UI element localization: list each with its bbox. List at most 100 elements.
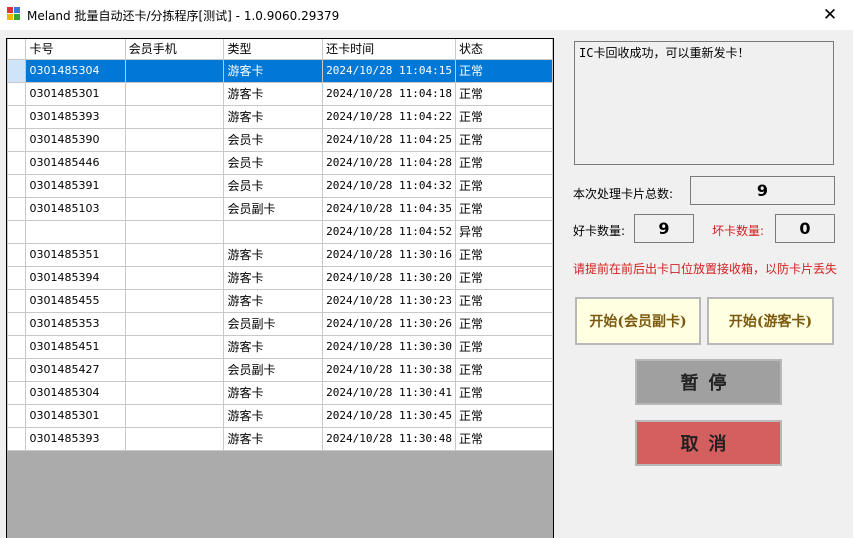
cell-phone[interactable] <box>124 357 225 382</box>
cell-type[interactable]: 游客卡 <box>223 288 324 313</box>
cell-phone[interactable] <box>124 81 225 106</box>
cell-return-time[interactable]: 2024/10/28 11:30:26 <box>322 311 456 336</box>
cell-card-no[interactable]: 0301485455 <box>25 288 126 313</box>
cell-status[interactable]: 正常 <box>454 196 553 221</box>
cell-status[interactable]: 异常 <box>454 219 553 244</box>
row-header[interactable] <box>7 173 27 198</box>
cell-return-time[interactable]: 2024/10/28 11:30:23 <box>322 288 456 313</box>
cell-type[interactable] <box>223 219 324 244</box>
cell-phone[interactable] <box>124 426 225 451</box>
cell-phone[interactable] <box>124 58 225 83</box>
cell-type[interactable]: 游客卡 <box>223 265 324 290</box>
table-row[interactable]: 0301485301 游客卡 2024/10/28 11:04:18 正常 <box>7 81 553 106</box>
cell-phone[interactable] <box>124 380 225 405</box>
cell-card-no[interactable]: 0301485353 <box>25 311 126 336</box>
cell-status[interactable]: 正常 <box>454 403 553 428</box>
cell-card-no[interactable]: 0301485391 <box>25 173 126 198</box>
row-header[interactable] <box>7 403 27 428</box>
row-header[interactable] <box>7 104 27 129</box>
cell-type[interactable]: 会员副卡 <box>223 311 324 336</box>
row-header[interactable] <box>7 311 27 336</box>
row-header[interactable] <box>7 242 27 267</box>
cell-return-time[interactable]: 2024/10/28 11:04:25 <box>322 127 456 152</box>
cell-phone[interactable] <box>124 196 225 221</box>
cell-type[interactable]: 游客卡 <box>223 403 324 428</box>
cell-status[interactable]: 正常 <box>454 127 553 152</box>
cell-type[interactable]: 会员卡 <box>223 173 324 198</box>
table-row[interactable]: 0301485394 游客卡 2024/10/28 11:30:20 正常 <box>7 265 553 290</box>
cell-phone[interactable] <box>124 150 225 175</box>
row-header[interactable] <box>7 219 27 244</box>
cell-return-time[interactable]: 2024/10/28 11:30:45 <box>322 403 456 428</box>
row-header[interactable] <box>7 334 27 359</box>
cell-card-no[interactable]: 0301485390 <box>25 127 126 152</box>
cell-phone[interactable] <box>124 104 225 129</box>
cell-status[interactable]: 正常 <box>454 357 553 382</box>
table-row[interactable]: 0301485301 游客卡 2024/10/28 11:30:45 正常 <box>7 403 553 428</box>
row-header[interactable] <box>7 426 27 451</box>
cell-return-time[interactable]: 2024/10/28 11:04:35 <box>322 196 456 221</box>
cell-card-no[interactable]: 0301485103 <box>25 196 126 221</box>
cell-card-no[interactable]: 0301485301 <box>25 403 126 428</box>
cell-card-no[interactable]: 0301485304 <box>25 380 126 405</box>
cell-status[interactable]: 正常 <box>454 81 553 106</box>
cell-type[interactable]: 游客卡 <box>223 380 324 405</box>
table-row[interactable]: 0301485455 游客卡 2024/10/28 11:30:23 正常 <box>7 288 553 313</box>
cell-phone[interactable] <box>124 265 225 290</box>
table-row[interactable]: 2024/10/28 11:04:52 异常 <box>7 219 553 244</box>
cell-phone[interactable] <box>124 173 225 198</box>
cell-status[interactable]: 正常 <box>454 426 553 451</box>
close-icon[interactable]: ✕ <box>807 0 853 30</box>
cell-phone[interactable] <box>124 403 225 428</box>
cell-status[interactable]: 正常 <box>454 288 553 313</box>
card-grid[interactable]: 卡号 会员手机 类型 还卡时间 状态 0301485304 游客卡 2024/10/… <box>6 38 554 538</box>
column-header-return-time[interactable]: 还卡时间 <box>322 39 456 60</box>
cell-card-no[interactable]: 0301485427 <box>25 357 126 382</box>
cell-type[interactable]: 游客卡 <box>223 242 324 267</box>
cell-return-time[interactable]: 2024/10/28 11:04:32 <box>322 173 456 198</box>
row-header[interactable] <box>7 196 27 221</box>
row-header[interactable] <box>7 357 27 382</box>
cell-return-time[interactable]: 2024/10/28 11:04:52 <box>322 219 456 244</box>
table-row[interactable]: 0301485304 游客卡 2024/10/28 11:04:15 正常 <box>7 58 553 83</box>
table-row[interactable]: 0301485391 会员卡 2024/10/28 11:04:32 正常 <box>7 173 553 198</box>
cell-type[interactable]: 会员卡 <box>223 150 324 175</box>
cell-return-time[interactable]: 2024/10/28 11:04:22 <box>322 104 456 129</box>
table-row[interactable]: 0301485393 游客卡 2024/10/28 11:04:22 正常 <box>7 104 553 129</box>
table-row[interactable]: 0301485446 会员卡 2024/10/28 11:04:28 正常 <box>7 150 553 175</box>
cell-type[interactable]: 会员卡 <box>223 127 324 152</box>
cancel-button[interactable]: 取消 <box>635 420 782 466</box>
cell-status[interactable]: 正常 <box>454 58 553 83</box>
table-row[interactable]: 0301485304 游客卡 2024/10/28 11:30:41 正常 <box>7 380 553 405</box>
cell-card-no[interactable]: 0301485301 <box>25 81 126 106</box>
cell-card-no[interactable]: 0301485393 <box>25 104 126 129</box>
column-header-status[interactable]: 状态 <box>454 39 553 60</box>
row-header[interactable] <box>7 380 27 405</box>
cell-phone[interactable] <box>124 242 225 267</box>
cell-status[interactable]: 正常 <box>454 311 553 336</box>
cell-return-time[interactable]: 2024/10/28 11:30:41 <box>322 380 456 405</box>
row-header[interactable] <box>7 58 27 83</box>
cell-status[interactable]: 正常 <box>454 104 553 129</box>
cell-card-no[interactable]: 0301485394 <box>25 265 126 290</box>
message-box[interactable]: IC卡回收成功，可以重新发卡！ <box>574 41 834 165</box>
cell-type[interactable]: 游客卡 <box>223 58 324 83</box>
table-row[interactable]: 0301485351 游客卡 2024/10/28 11:30:16 正常 <box>7 242 553 267</box>
cell-status[interactable]: 正常 <box>454 150 553 175</box>
cell-type[interactable]: 游客卡 <box>223 81 324 106</box>
cell-card-no[interactable]: 0301485451 <box>25 334 126 359</box>
cell-return-time[interactable]: 2024/10/28 11:30:30 <box>322 334 456 359</box>
cell-status[interactable]: 正常 <box>454 334 553 359</box>
table-row[interactable]: 0301485390 会员卡 2024/10/28 11:04:25 正常 <box>7 127 553 152</box>
cell-status[interactable]: 正常 <box>454 380 553 405</box>
cell-status[interactable]: 正常 <box>454 265 553 290</box>
cell-return-time[interactable]: 2024/10/28 11:30:38 <box>322 357 456 382</box>
table-row[interactable]: 0301485393 游客卡 2024/10/28 11:30:48 正常 <box>7 426 553 451</box>
cell-return-time[interactable]: 2024/10/28 11:04:15 <box>322 58 456 83</box>
pause-button[interactable]: 暂停 <box>635 359 782 405</box>
cell-card-no[interactable]: 0301485446 <box>25 150 126 175</box>
cell-return-time[interactable]: 2024/10/28 11:30:20 <box>322 265 456 290</box>
cell-type[interactable]: 游客卡 <box>223 426 324 451</box>
cell-status[interactable]: 正常 <box>454 242 553 267</box>
start-guest-card-button[interactable]: 开始(游客卡) <box>707 297 834 345</box>
